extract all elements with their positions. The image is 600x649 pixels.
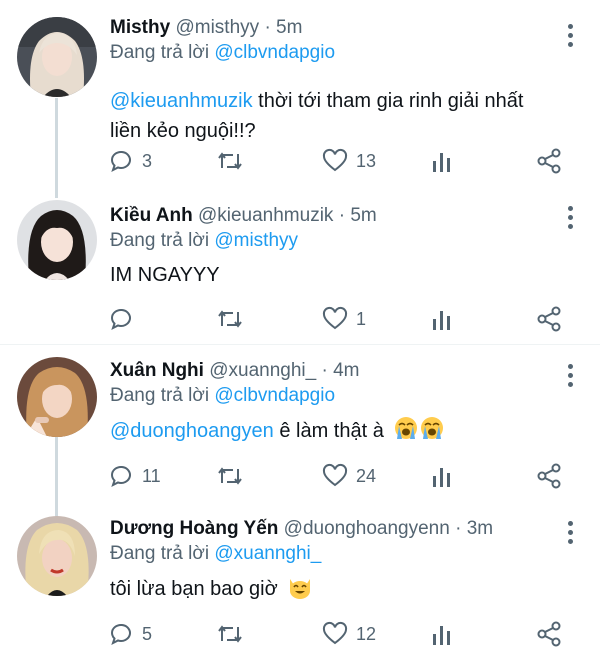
reply-button[interactable]: 5 [108,619,152,649]
reply-count: 5 [142,623,153,644]
replying-label: Đang trả lời [110,230,210,251]
replying-label: Đang trả lời [110,385,210,406]
reply-button[interactable]: 11 [108,461,161,491]
reply-button[interactable] [108,304,142,334]
like-count: 13 [356,150,377,171]
share-icon [537,463,561,489]
reply-count: 11 [142,465,161,486]
avatar[interactable] [17,357,97,437]
more-options-icon[interactable] [568,364,574,391]
smiling-cat-face-emoji [287,573,313,608]
tweet-text: tôi lừa bạn bao giờ [110,573,560,608]
thread-line [55,98,58,198]
retweet-icon [218,310,242,328]
more-options-icon[interactable] [568,24,574,51]
heart-icon [322,621,348,645]
tweet-body-text: IM NGAYYY [110,264,220,286]
mention-link[interactable]: @kieuanhmuzik [110,90,253,112]
share-button[interactable] [536,146,562,176]
avatar[interactable] [17,516,97,596]
reply-tweet[interactable]: Xuân Nghi @xuannghi_ · 4m Đang trả lời @… [0,345,600,517]
reply-icon [110,623,131,645]
share-icon [537,621,561,647]
analytics-button[interactable] [430,304,454,334]
avatar[interactable] [17,200,97,280]
tweet-body-text: tôi lừa bạn bao giờ [110,578,278,600]
heart-icon [322,306,348,330]
action-bar: 1 [108,304,568,334]
replying-to-link[interactable]: @misthyy [214,230,298,251]
replying-to-link[interactable]: @clbvndapgio [214,42,335,63]
tweet-text: IM NGAYYY [110,260,560,290]
reply-button[interactable]: 3 [108,146,152,176]
retweet-button[interactable] [216,461,252,491]
like-button[interactable]: 24 [322,461,376,491]
user-handle[interactable]: @kieuanhmuzik [198,205,333,226]
tweet-text: @kieuanhmuzik thời tới tham gia rinh giả… [110,86,560,146]
analytics-icon [433,626,450,645]
display-name[interactable]: Kiều Anh [110,205,193,226]
share-icon [537,306,561,332]
timestamp[interactable]: · 3m [455,518,493,539]
like-button[interactable]: 1 [322,304,366,334]
retweet-button[interactable] [216,304,252,334]
tweet-body-text: ê làm thật à [273,420,384,442]
reply-icon [110,150,131,172]
reply-tweet[interactable]: Dương Hoàng Yến @duonghoangyenn · 3m Đan… [0,505,600,649]
replying-label: Đang trả lời [110,543,210,564]
reply-icon [110,308,131,330]
reply-tweet[interactable]: Misthy @misthyy · 5m Đang trả lời @clbvn… [0,0,600,198]
like-button[interactable]: 13 [322,146,376,176]
replying-to-link[interactable]: @xuannghi_ [214,543,321,564]
replying-to-link[interactable]: @clbvndapgio [214,385,335,406]
tweet-text: @duonghoangyen ê làm thật à [110,415,560,450]
timestamp[interactable]: · 5m [264,17,302,38]
action-bar: 5 12 [108,619,568,649]
analytics-button[interactable] [430,461,454,491]
retweet-icon [218,152,242,170]
like-count: 24 [356,465,377,486]
action-bar: 11 24 [108,461,568,491]
heart-icon [322,148,348,172]
user-handle[interactable]: @duonghoangyenn [284,518,450,539]
reply-tweet[interactable]: Kiều Anh @kieuanhmuzik · 5m Đang trả lời… [0,190,600,350]
retweet-button[interactable] [216,146,252,176]
display-name[interactable]: Xuân Nghi [110,360,204,381]
more-options-icon[interactable] [568,206,574,233]
heart-icon [322,463,348,487]
analytics-button[interactable] [430,146,454,176]
timestamp[interactable]: · 5m [339,205,377,226]
display-name[interactable]: Dương Hoàng Yến [110,518,278,539]
share-button[interactable] [536,461,562,491]
user-handle[interactable]: @xuannghi_ [209,360,316,381]
analytics-icon [433,311,450,330]
like-count: 12 [356,623,377,644]
share-button[interactable] [536,619,562,649]
like-count: 1 [356,308,367,329]
user-handle[interactable]: @misthyy [175,17,259,38]
more-options-icon[interactable] [568,521,574,548]
analytics-icon [433,468,450,487]
replying-label: Đang trả lời [110,42,210,63]
avatar[interactable] [17,17,97,97]
analytics-icon [433,153,450,172]
loudly-crying-face-emoji [393,415,445,450]
share-icon [537,148,561,174]
retweet-button[interactable] [216,619,252,649]
mention-link[interactable]: @duonghoangyen [110,420,274,442]
like-button[interactable]: 12 [322,619,376,649]
retweet-icon [218,625,242,643]
timestamp[interactable]: · 4m [322,360,360,381]
display-name[interactable]: Misthy [110,17,170,38]
reply-icon [110,465,131,487]
retweet-icon [218,467,242,485]
action-bar: 3 13 [108,146,568,176]
share-button[interactable] [536,304,562,334]
analytics-button[interactable] [430,619,454,649]
reply-count: 3 [142,150,153,171]
